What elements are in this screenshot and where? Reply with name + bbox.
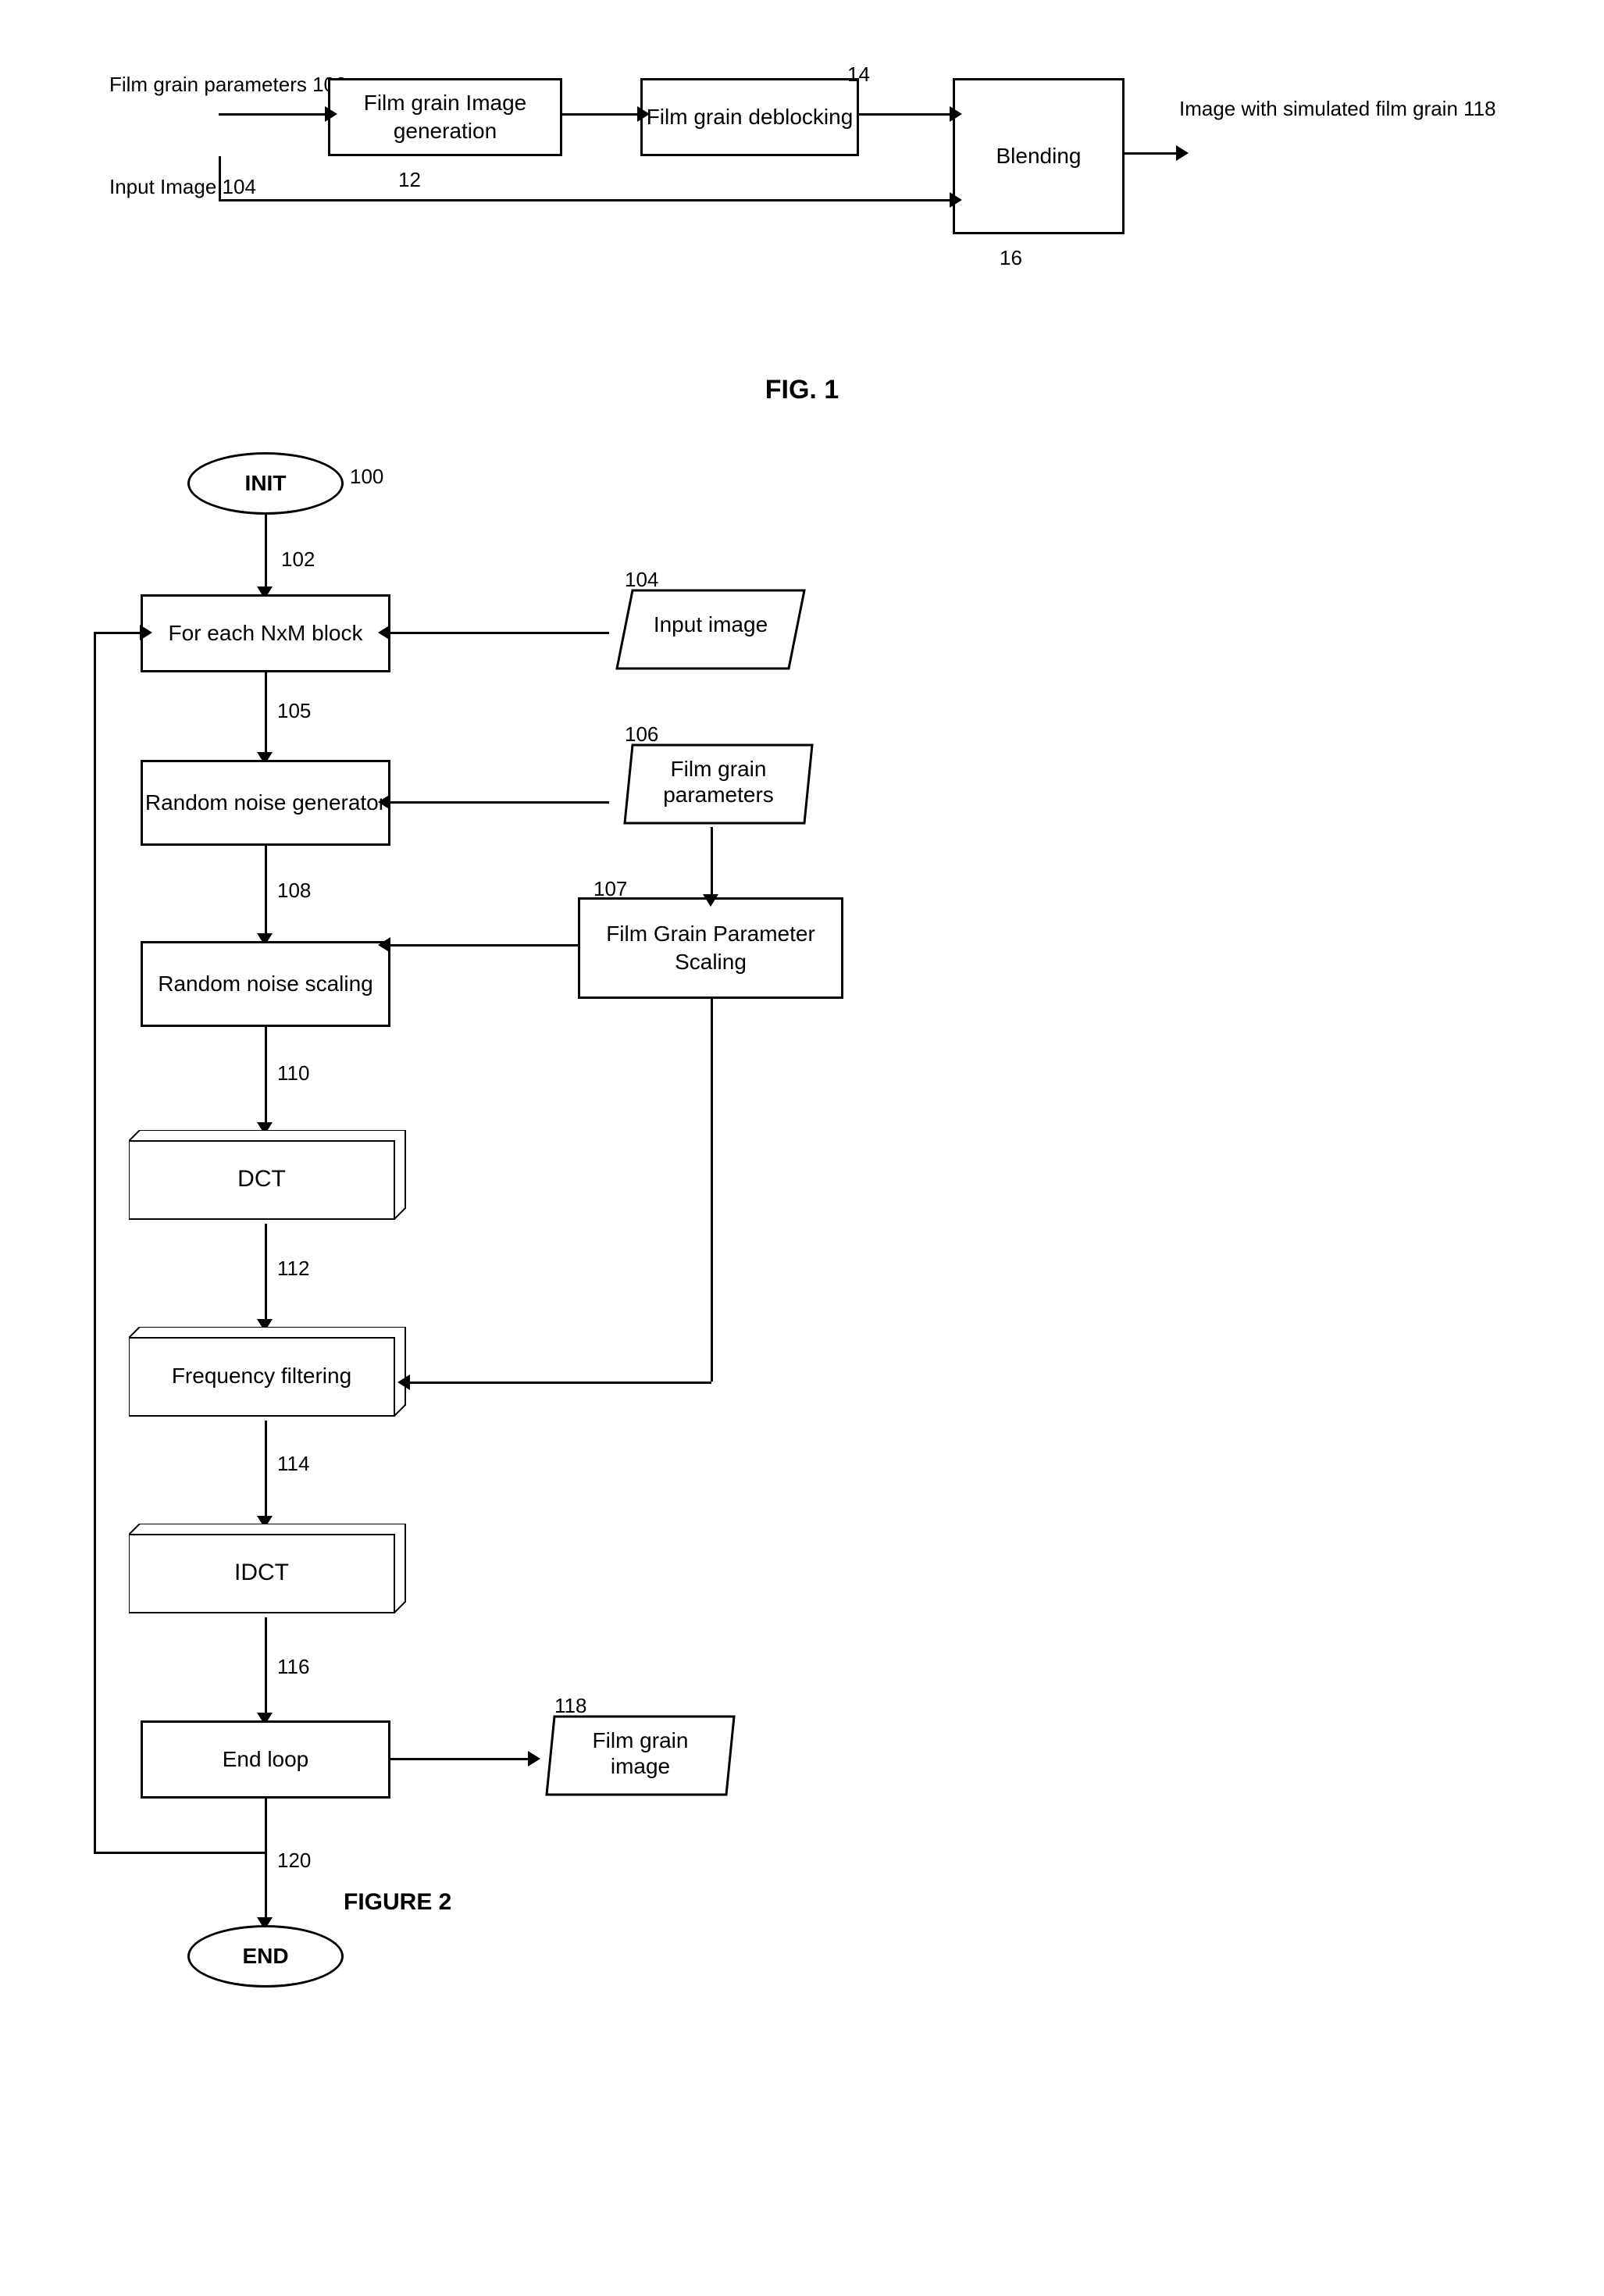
fig2-idct-wrapper: IDCT (129, 1524, 410, 1621)
fig2-arrowhead-fgp-rng (378, 794, 390, 810)
fig1-film-grain-params-label: Film grain parameters 106 (109, 70, 346, 98)
fig1-arrowhead-1 (325, 106, 337, 122)
fig2-end-oval: END (187, 1925, 344, 1988)
svg-text:Film grain: Film grain (593, 1728, 689, 1752)
fig2-arrow-endloop-left (94, 1852, 267, 1854)
fig1-arrow-2 (562, 113, 640, 116)
fig2-arrow-dct-freqfilt (265, 1224, 267, 1325)
fig2-arrow-paramscaling-rnscaling (390, 944, 578, 947)
fig2-random-noise-gen-box: Random noise generator (141, 760, 390, 846)
fig1-arrow-6 (219, 156, 221, 201)
fig2-arrowhead-fgp-paramscaling (703, 894, 718, 907)
fig2-arrow-endloop-fgi (390, 1758, 531, 1760)
fig2-arrow-init-foreach (265, 515, 267, 593)
fig2-arrow-scaling-dct (265, 1027, 267, 1128)
fig2-arrowhead-paramscaling-freqfilt (397, 1374, 410, 1390)
fig2-label-112: 112 (277, 1257, 309, 1281)
fig1-arrowhead-4 (950, 192, 962, 208)
fig2-label-108: 108 (277, 879, 311, 903)
fig2-arrow-rng-scaling (265, 846, 267, 939)
fig2-arrow-endloop-end (265, 1799, 267, 1923)
fig2-dct-shape: DCT (129, 1130, 410, 1224)
fig1-arrow-4 (219, 199, 953, 201)
fig2-film-grain-image-wrapper: Film grain image (531, 1713, 750, 1802)
page: Film grain parameters 106 Film grain Ima… (0, 0, 1604, 2296)
fig1-diagram: Film grain parameters 106 Film grain Ima… (62, 47, 1542, 344)
svg-text:DCT: DCT (237, 1166, 286, 1192)
fig2-film-grain-params-shape: Film grain parameters (609, 741, 828, 827)
fig1-label-16: 16 (1000, 246, 1022, 270)
svg-text:Frequency filtering: Frequency filtering (172, 1364, 351, 1388)
fig2-freqfilt-shape: Frequency filtering (129, 1327, 410, 1421)
fig2-label-114: 114 (277, 1452, 309, 1476)
fig2-label-120: 120 (277, 1849, 311, 1873)
fig2-arrow-freqfilt-idct (265, 1421, 267, 1522)
svg-text:parameters: parameters (663, 783, 774, 807)
fig2-arrow-fgp-paramscaling (711, 827, 713, 897)
svg-text:image: image (611, 1754, 670, 1778)
fig2-arrow-inputimg-foreach (390, 632, 609, 634)
fig2-idct-shape: IDCT (129, 1524, 410, 1617)
fig2-label-118: 118 (554, 1694, 586, 1718)
svg-text:Film grain: Film grain (671, 757, 767, 781)
fig2-film-grain-params-wrapper: Film grain parameters (609, 741, 828, 831)
fig1-label-14: 14 (847, 62, 870, 87)
fig1-arrowhead-5 (1176, 145, 1189, 161)
fig2-arrow-foreach-randnoise (265, 672, 267, 758)
fig2-caption: FIGURE 2 (344, 1889, 451, 1916)
fig2-arrowhead-endloop-fgi (528, 1751, 540, 1767)
fig2-label-116: 116 (277, 1655, 309, 1679)
fig2-arrowhead-paramscaling-rnscaling (378, 937, 390, 953)
fig2-freqfilt-wrapper: Frequency filtering (129, 1327, 410, 1424)
fig1-input-image-label: Input Image 104 (109, 172, 256, 202)
fig2-label-104: 104 (625, 568, 658, 592)
fig1-arrow-5 (1125, 152, 1179, 155)
fig2-input-image-wrapper: Input image (609, 586, 812, 676)
fig1-output-image-label: Image with simulated film grain 118 (1179, 94, 1496, 124)
fig2-label-106: 106 (625, 722, 658, 747)
fig2-diagram: INIT 100 102 For each NxM block Input im… (62, 452, 1542, 2248)
fig2-film-grain-image-shape: Film grain image (531, 1713, 750, 1799)
fig2-arrow-paramscaling-freqfilt-v (711, 999, 713, 1382)
svg-text:Input image: Input image (654, 612, 768, 636)
fig2-label-107: 107 (593, 877, 627, 901)
fig1-arrow-3 (859, 113, 953, 116)
fig1-film-grain-deblocking-box: Film grain deblocking (640, 78, 859, 156)
fig2-arrow-endloop-up (94, 632, 96, 1854)
fig2-label-102: 102 (281, 547, 315, 572)
fig2-input-image-shape: Input image (609, 586, 812, 672)
fig2-label-100: 100 (350, 465, 383, 489)
fig1-arrow-1 (219, 113, 328, 116)
fig2-end-loop-box: End loop (141, 1720, 390, 1799)
fig2-random-noise-scaling-box: Random noise scaling (141, 941, 390, 1027)
fig2-label-110: 110 (277, 1061, 309, 1086)
fig2-film-grain-param-scaling-box: Film Grain Parameter Scaling (578, 897, 843, 999)
fig1-caption: FIG. 1 (62, 375, 1542, 405)
fig2-arrow-fgp-rng (390, 801, 609, 804)
fig1-label-12: 12 (398, 168, 421, 192)
fig2-arrow-idct-endloop (265, 1617, 267, 1719)
fig2-arrow-endloop-tobox (94, 632, 143, 634)
fig2-for-each-block-box: For each NxM block (141, 594, 390, 672)
fig1-blending-box: Blending (953, 78, 1125, 234)
fig2-arrowhead-endloop-tobox (140, 625, 152, 640)
fig1-arrowhead-3 (950, 106, 962, 122)
fig2-label-105: 105 (277, 699, 311, 723)
fig2-init-oval: INIT (187, 452, 344, 515)
fig1-film-grain-image-gen-box: Film grain Image generation (328, 78, 562, 156)
fig2-arrowhead-inputimg-foreach (378, 625, 390, 640)
svg-text:IDCT: IDCT (234, 1560, 289, 1585)
fig1-arrowhead-2 (637, 106, 650, 122)
fig2-dct-wrapper: DCT (129, 1130, 410, 1228)
fig2-arrow-paramscaling-freqfilt-h (410, 1382, 711, 1384)
